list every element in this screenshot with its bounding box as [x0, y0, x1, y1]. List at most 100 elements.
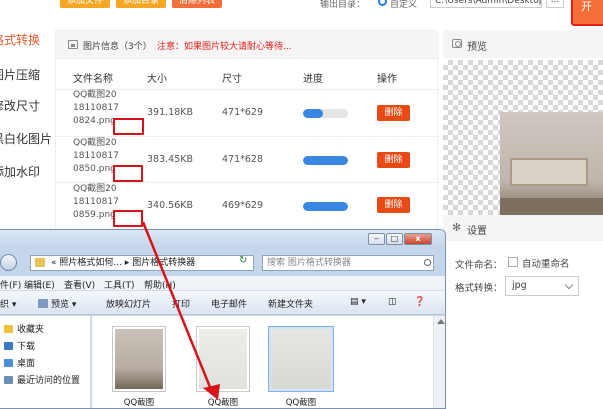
close-button[interactable]: x	[404, 233, 432, 245]
nav-item-label: 收藏夹	[17, 325, 45, 335]
file-size-cell: 383.45KB	[147, 154, 193, 165]
minimize-button[interactable]: ‒	[368, 233, 385, 245]
delete-button[interactable]: 删除	[377, 152, 410, 168]
new-folder-button[interactable]: 新建文件夹	[268, 297, 313, 310]
format-label: 格式转换：	[455, 283, 503, 294]
explorer-toolbar: 织 ▾ 预览 ▾ 放映幻灯片 打印 电子邮件 新建文件夹 ▤ ▾ ◫ ❓	[0, 291, 445, 315]
file-info-notice: 注意：如果图片较大请耐心等待...	[157, 42, 292, 52]
thumbnail-image	[115, 329, 163, 389]
explorer-content: QQ截图 QQ截图 QQ截图	[92, 316, 433, 408]
preview-panel: 预览	[443, 30, 603, 227]
nav-item-recent[interactable]: 最近访问的位置	[4, 373, 80, 386]
delete-button[interactable]: 删除	[377, 197, 410, 213]
address-bar[interactable]: « 照片格式如何... ▸ 图片格式转换器	[30, 255, 254, 271]
column-header-name: 文件名称	[73, 74, 113, 85]
nav-item-desktop[interactable]: 桌面	[4, 356, 35, 369]
browse-button[interactable]: ...	[546, 0, 564, 8]
extension-highlight-box	[113, 118, 144, 135]
progress-bar	[303, 109, 348, 118]
clear-list-button[interactable]: 清除列表	[172, 0, 222, 8]
file-info-panel: 图片信息（3个） 注意：如果图片较大请耐心等待... 文件名称 大小 尺寸 进度…	[55, 30, 439, 230]
preview-image	[500, 112, 603, 227]
gear-icon: ✻	[452, 221, 462, 234]
output-dir-label: 输出目录：	[320, 0, 366, 10]
help-icon[interactable]: ❓	[414, 297, 425, 307]
file-caption: QQ截图	[123, 398, 155, 408]
auto-rename-label: 自动重命名	[522, 259, 570, 270]
explorer-titlebar: ‒ □ x	[0, 230, 445, 248]
delete-button[interactable]: 删除	[377, 105, 410, 121]
output-option-radio[interactable]	[378, 0, 387, 6]
file-dimensions-cell: 471*629	[222, 107, 264, 118]
extension-highlight-box	[113, 210, 143, 227]
scroll-up-icon[interactable]	[437, 319, 445, 324]
file-info-title: 图片信息（3个）	[83, 42, 152, 52]
nav-item-favorites[interactable]: 收藏夹	[4, 322, 44, 335]
file-name-line: 18110817	[73, 151, 119, 161]
thumbnail-image	[271, 329, 331, 389]
column-header-action: 操作	[377, 74, 397, 85]
star-icon	[4, 325, 13, 333]
back-icon[interactable]	[0, 254, 17, 271]
menu-edit[interactable]: 编辑(E)	[24, 278, 55, 291]
menu-tools[interactable]: 工具(T)	[104, 278, 135, 291]
output-path-field[interactable]: C:\Users\Admin\Desktop\	[430, 0, 542, 8]
thumbnail-image	[199, 329, 247, 389]
slideshow-button[interactable]: 放映幻灯片	[106, 297, 151, 310]
menu-help[interactable]: 帮助(H)	[144, 278, 176, 291]
preview-button-label: 预览 ▾	[51, 300, 77, 310]
maximize-button[interactable]: □	[386, 233, 403, 245]
sidebar-item-watermark[interactable]: 添加水印	[0, 163, 40, 180]
sidebar-item-compress[interactable]: 图片压缩	[0, 66, 40, 83]
menu-file[interactable]: 件(F)	[0, 278, 21, 291]
start-convert-button[interactable]: 开	[571, 0, 603, 26]
filename-label: 文件命名：	[455, 260, 503, 271]
file-name-line: QQ截图20	[73, 184, 117, 194]
nav-item-label: 桌面	[17, 359, 36, 369]
search-input[interactable]: 搜索 图片格式转换器	[262, 255, 434, 271]
refresh-icon[interactable]: ↻	[239, 255, 247, 266]
file-thumbnail[interactable]	[196, 326, 250, 392]
file-caption: QQ截图	[207, 398, 239, 408]
progress-bar	[303, 156, 348, 165]
explorer-menu-bar: 件(F) 编辑(E) 查看(V) 工具(T) 帮助(H)	[0, 276, 445, 291]
image-icon	[68, 40, 78, 49]
file-name-line: QQ截图20	[73, 138, 117, 148]
settings-panel: ✻ 设置 文件命名： 自动重命名 格式转换： jpg	[443, 215, 603, 400]
print-button[interactable]: 打印	[172, 297, 190, 310]
explorer-nav-pane: 收藏夹 下载 桌面 最近访问的位置	[0, 316, 91, 408]
desktop-icon	[4, 359, 13, 367]
progress-bar	[303, 202, 348, 211]
nav-item-label: 下载	[17, 342, 36, 352]
file-name-line: QQ截图20	[73, 90, 117, 100]
progress-fill	[303, 156, 348, 165]
file-info-header: 图片信息（3个） 注意：如果图片较大请耐心等待...	[56, 31, 439, 59]
vertical-scrollbar[interactable]	[433, 316, 445, 408]
view-options-icon[interactable]: ▤ ▾	[350, 297, 366, 307]
column-header-size: 大小	[147, 74, 167, 85]
file-thumbnail[interactable]	[268, 326, 334, 392]
file-dimensions-cell: 469*629	[222, 200, 264, 211]
add-folder-button[interactable]: 添加目录	[116, 0, 166, 8]
search-icon[interactable]	[424, 259, 431, 266]
sidebar-item-grayscale[interactable]: 黑白化图片	[0, 130, 52, 147]
email-button[interactable]: 电子邮件	[211, 297, 247, 310]
column-header-progress: 进度	[303, 74, 323, 85]
add-file-button[interactable]: 添加文件	[60, 0, 110, 8]
file-name-line: 18110817	[73, 103, 119, 113]
preview-button[interactable]: 预览 ▾	[38, 297, 76, 310]
sidebar-item-format-convert[interactable]: 格式转换	[0, 31, 40, 48]
nav-item-downloads[interactable]: 下载	[4, 339, 35, 352]
output-option-label: 自定义	[390, 0, 418, 10]
settings-title: 设置	[467, 226, 487, 237]
extension-highlight-box	[113, 165, 143, 182]
preview-pane-icon[interactable]: ◫	[388, 297, 397, 307]
organize-button[interactable]: 织 ▾	[0, 297, 16, 310]
auto-rename-checkbox[interactable]	[508, 257, 518, 267]
left-sidebar: 格式转换 图片压缩 修改尺寸 黑白化图片 添加水印	[0, 14, 55, 244]
menu-view[interactable]: 查看(V)	[64, 278, 95, 291]
file-size-cell: 340.56KB	[147, 200, 193, 211]
sidebar-item-resize[interactable]: 修改尺寸	[0, 97, 40, 114]
file-thumbnail[interactable]	[112, 326, 166, 392]
top-toolbar: 添加文件 添加目录 清除列表 输出目录： 自定义 C:\Users\Admin\…	[0, 0, 603, 26]
